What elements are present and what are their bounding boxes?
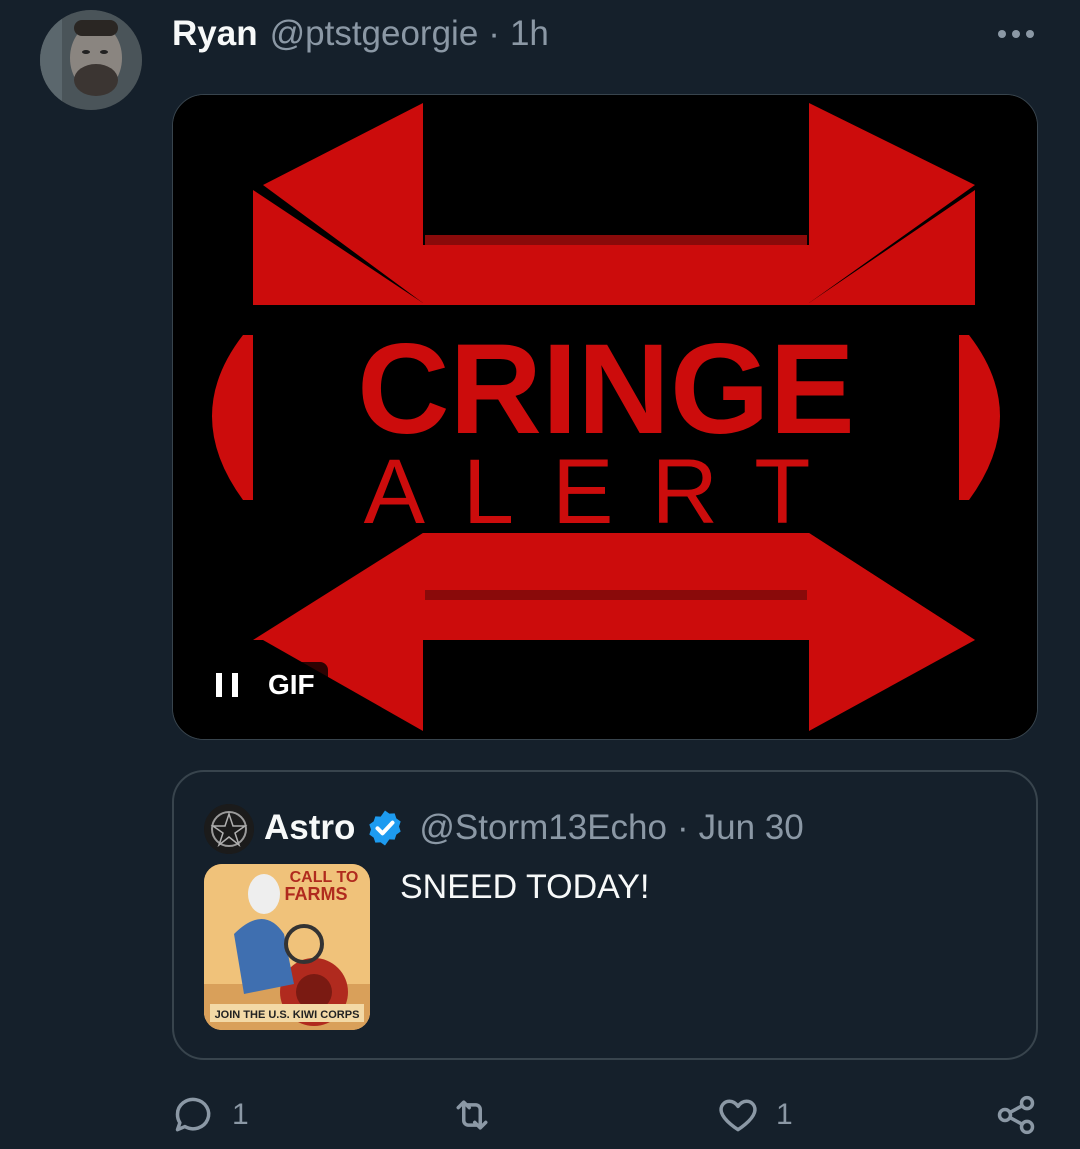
gif-badge[interactable]: GIF [200,662,328,708]
reply-icon [175,1097,211,1132]
more-horizontal-icon[interactable] [996,22,1036,46]
quoted-user-avatar[interactable] [204,804,254,854]
gif-text-cringe: CRINGE [357,318,855,461]
share-icon [997,1095,1035,1135]
timestamp[interactable]: 1h [510,14,549,54]
retweet-icon [456,1100,488,1130]
quoted-tweet-header: Astro @Storm13Echo · Jun 30 [264,806,804,850]
action-bar: 1 1 [0,1090,1080,1140]
like-count: 1 [776,1098,793,1131]
user-handle[interactable]: @ptstgeorgie [270,14,479,54]
quoted-timestamp[interactable]: Jun 30 [699,808,804,848]
gif-media[interactable]: CRINGE ALERT [172,94,1038,740]
like-button[interactable]: 1 [716,1090,793,1140]
tweet-header: Ryan @ptstgeorgie · 1h [172,12,549,56]
heart-icon [719,1099,757,1132]
reply-button[interactable]: 1 [172,1090,249,1140]
user-avatar[interactable] [40,10,142,110]
display-name[interactable]: Ryan [172,14,258,54]
pause-icon[interactable] [216,673,238,697]
verified-badge-icon [369,810,402,846]
separator: · [488,14,500,53]
quoted-tweet-text: SNEED TODAY! [400,868,650,906]
gif-text-alert: ALERT [364,441,849,543]
separator: · [677,808,689,847]
tweet: Ryan @ptstgeorgie · 1h CRINGE ALERT GIF … [0,0,1080,1149]
quoted-user-handle[interactable]: @Storm13Echo [419,808,667,848]
thumb-text-bottom: JOIN THE U.S. KIWI CORPS [215,1009,360,1021]
quoted-tweet[interactable]: Astro @Storm13Echo · Jun 30 CALL TO FARM… [172,770,1038,1060]
share-button[interactable] [994,1090,1038,1140]
quoted-display-name[interactable]: Astro [264,808,355,848]
gif-label: GIF [268,669,315,700]
quoted-media-thumbnail[interactable]: CALL TO FARMS JOIN THE U.S. KIWI CORPS [204,864,370,1030]
thumb-text-mid: FARMS [285,884,348,904]
reply-count: 1 [232,1098,249,1131]
retweet-button[interactable] [450,1090,510,1140]
